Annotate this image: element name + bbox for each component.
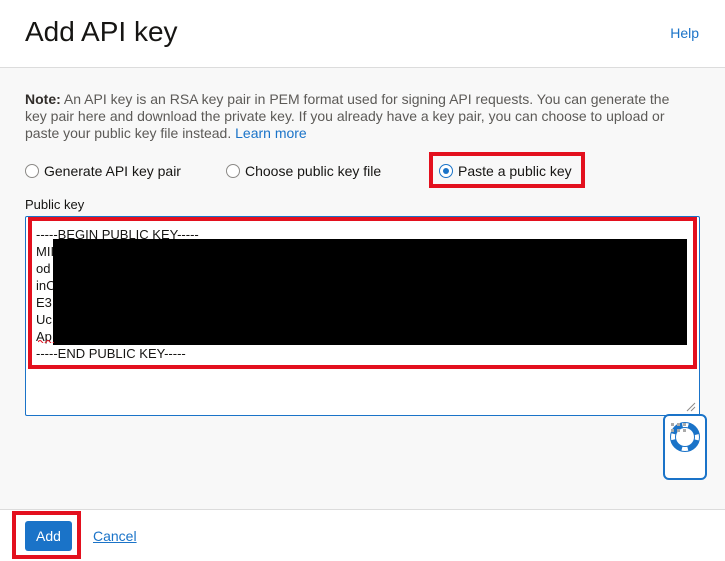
resize-grip-icon[interactable] xyxy=(684,400,696,412)
cancel-link[interactable]: Cancel xyxy=(93,528,137,544)
highlight-key-content xyxy=(28,217,697,369)
highlight-add-button xyxy=(12,511,81,559)
help-link[interactable]: Help xyxy=(670,25,699,41)
note-prefix: Note: xyxy=(25,91,61,107)
radio-label-choose-file: Choose public key file xyxy=(245,163,382,179)
radio-circle-choose-file[interactable] xyxy=(226,164,240,178)
radio-choose-public-key-file[interactable]: Choose public key file xyxy=(226,160,381,182)
radio-generate-key-pair[interactable]: Generate API key pair xyxy=(25,160,181,182)
help-widget[interactable] xyxy=(663,414,707,480)
api-key-note: Note: An API key is an RSA key pair in P… xyxy=(25,91,695,142)
page-title: Add API key xyxy=(25,16,178,47)
learn-more-link[interactable]: Learn more xyxy=(235,125,307,141)
drag-dots-icon[interactable] xyxy=(670,422,688,434)
radio-label-generate: Generate API key pair xyxy=(44,163,181,179)
radio-circle-generate[interactable] xyxy=(25,164,39,178)
panel-header: Add API key Help xyxy=(0,0,725,68)
public-key-label: Public key xyxy=(25,197,85,212)
note-text: An API key is an RSA key pair in PEM for… xyxy=(25,91,670,141)
highlight-paste-option xyxy=(429,152,585,188)
